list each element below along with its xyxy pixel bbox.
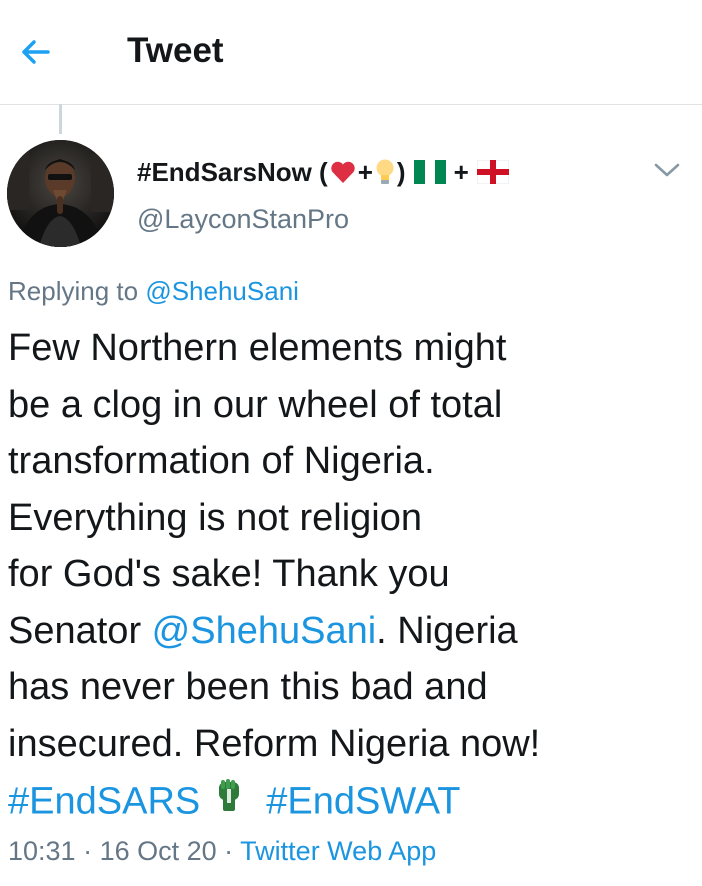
lightbulb-icon xyxy=(375,158,395,186)
tweet-line: for God's sake! Thank you xyxy=(8,553,450,595)
tweet-line: Few Northern elements might xyxy=(8,327,507,369)
hashtag-endsars[interactable]: #EndSARS xyxy=(8,780,200,822)
tweet-text: Few Northern elements might be a clog in… xyxy=(8,320,698,835)
hashtag-line: #EndSARS #EndSWAT xyxy=(8,772,698,835)
tweet-line: Everything is not religion xyxy=(8,496,422,539)
more-options-button[interactable] xyxy=(652,158,682,182)
replying-to-mention[interactable]: @ShehuSani xyxy=(145,276,299,306)
raised-fist-icon xyxy=(216,772,242,829)
display-name-close: ) xyxy=(396,156,406,187)
chevron-down-icon xyxy=(654,163,680,177)
meta-separator: · xyxy=(75,836,100,866)
tweet-time: 10:31 xyxy=(8,836,76,866)
name-plus: + xyxy=(357,156,373,187)
tweet-meta: 10:31 · 16 Oct 20 · Twitter Web App xyxy=(8,836,436,867)
tweet-line: Senator @ShehuSani. Nigeria xyxy=(8,603,698,660)
tweet-source-link[interactable]: Twitter Web App xyxy=(240,836,436,866)
back-button[interactable] xyxy=(18,30,62,74)
top-bar: Tweet xyxy=(0,0,702,105)
thread-connector xyxy=(59,104,62,134)
tweet-text-nigeria: . Nigeria xyxy=(376,609,518,652)
hashtag-endswat[interactable]: #EndSWAT xyxy=(266,780,460,822)
meta-separator: · xyxy=(216,836,241,866)
author-handle[interactable]: @LayconStanPro xyxy=(137,204,349,235)
avatar-image xyxy=(7,140,114,247)
england-flag-icon xyxy=(476,160,509,184)
name-plus-2: + xyxy=(453,156,469,187)
arrow-left-icon xyxy=(22,40,50,64)
tweet-line: has never been this bad and xyxy=(8,666,488,708)
tweet-line: be a clog in our wheel of total xyxy=(8,383,503,426)
tweet-text-senator: Senator xyxy=(8,609,152,652)
display-name-prefix: #EndSarsNow ( xyxy=(137,156,328,187)
nigeria-flag-icon xyxy=(413,160,446,184)
page-title: Tweet xyxy=(127,31,224,70)
avatar[interactable] xyxy=(7,140,114,247)
heart-icon xyxy=(330,160,356,184)
tweet-date: 16 Oct 20 xyxy=(99,836,217,866)
replying-to: Replying to @ShehuSani xyxy=(8,276,299,307)
author-name[interactable]: #EndSarsNow ( + ) + xyxy=(137,154,511,190)
replying-to-label: Replying to xyxy=(8,276,139,306)
mention-link[interactable]: @ShehuSani xyxy=(152,610,377,652)
tweet-line: transformation of Nigeria. xyxy=(8,440,435,482)
tweet-line: insecured. Reform Nigeria now! xyxy=(8,722,541,765)
